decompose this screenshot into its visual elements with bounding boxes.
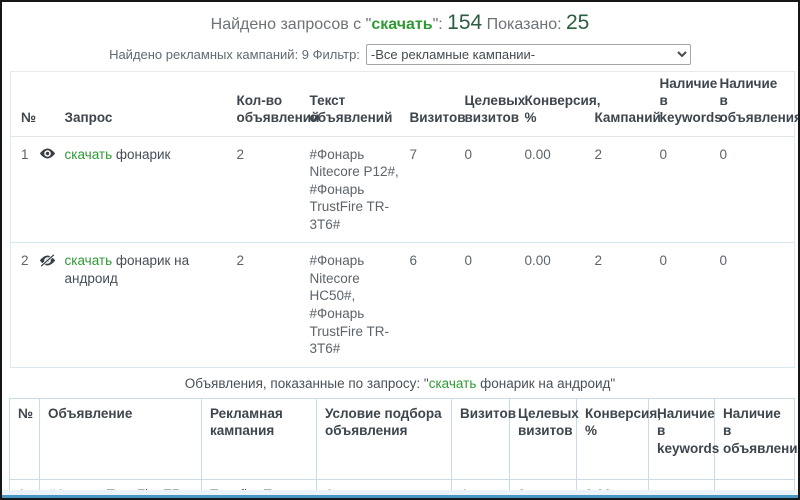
col-conversion: Конверсия, % <box>524 71 600 137</box>
summary-query-term: скачать <box>371 16 433 33</box>
page-bottom-border <box>2 495 798 498</box>
cell-visits: 4 <box>451 479 510 490</box>
queries-header-row: № Запрос Кол-во объявлений Текст объявле… <box>10 71 798 137</box>
col-campaigns: Кампаний <box>594 71 661 137</box>
summary-header: Найдено запросов с "скачать": 154 Показа… <box>2 2 798 37</box>
query-link[interactable]: скачать фонарик на андроид <box>65 253 190 286</box>
shown-label: Показано: <box>482 16 566 33</box>
cell-campaigns: 2 <box>594 242 660 368</box>
col-campaign: Рекламная кампания <box>201 397 317 481</box>
col-visits: Визитов <box>409 71 466 137</box>
cell-num: 2 <box>10 242 39 368</box>
cell-in-ads <box>714 479 795 490</box>
cell-in-ads: 0 <box>719 136 795 244</box>
campaign-filter-select[interactable]: -Все рекламные кампании- <box>365 44 691 65</box>
cell-target-visits: 0 <box>464 242 525 368</box>
cell-in-ads: 0 <box>719 242 795 368</box>
queries-table: № Запрос Кол-во объявлений Текст объявле… <box>10 71 798 368</box>
ads-table: № Объявление Рекламная кампания Условие … <box>9 397 798 490</box>
report-content: Найдено запросов с "скачать": 154 Показа… <box>2 2 798 490</box>
report-page: Найдено запросов с "скачать": 154 Показа… <box>0 0 800 500</box>
col-in-ads: Наличие в объявлениях <box>714 397 798 481</box>
col-num: № <box>10 71 39 137</box>
ad-row: 1 #Фонарь TrustFire TR-3T6# ( М-76 ) Tru… <box>9 479 795 490</box>
shown-count: 25 <box>565 11 590 34</box>
col-visibility <box>38 71 65 137</box>
campaign-filter-row: Найдено рекламных кампаний: 9 Фильтр: -В… <box>2 44 798 65</box>
cell-in-keywords: 0 <box>659 242 720 368</box>
cell-num: 1 <box>9 479 40 490</box>
cell-target-visits: 0 <box>464 136 525 244</box>
query-row: 2 скачать фонарик на андроид 2 #Фонарь N… <box>10 242 795 368</box>
cell-ad: #Фонарь TrustFire TR-3T6# ( М-76 ) <box>39 479 202 490</box>
cell-conversion: 0.00 <box>524 136 595 244</box>
cell-ads-text: #Фонарь Nitecore HC50#, #Фонарь TrustFir… <box>309 242 410 368</box>
cell-target-visits: 0 <box>509 479 577 490</box>
cell-visits: 7 <box>409 136 465 244</box>
cell-condition: Автоматически добавленные фразы <box>316 479 452 490</box>
col-ad: Объявление <box>39 397 202 481</box>
col-target-visits: Целевых визитов <box>464 71 525 137</box>
found-count: 154 <box>447 11 483 34</box>
cell-ads-count: 2 <box>236 242 310 368</box>
col-in-keywords: Наличие в keywords <box>648 397 719 481</box>
col-in-keywords: Наличие в keywords <box>659 71 722 137</box>
summary-found-prefix: Найдено запросов с " <box>210 16 372 33</box>
col-query: Запрос <box>64 71 237 137</box>
col-visits: Визитов <box>451 397 516 481</box>
cell-in-keywords: 0 <box>659 136 720 244</box>
query-cell: скачать фонарик на андроид <box>64 242 237 368</box>
eye-slash-icon[interactable] <box>38 242 65 368</box>
cell-ads-text: #Фонарь Nitecore P12#, #Фонарь TrustFire… <box>309 136 410 244</box>
query-cell: скачать фонарик <box>64 136 237 244</box>
cell-visits: 6 <box>409 242 465 368</box>
col-num: № <box>9 397 40 481</box>
cell-num: 1 <box>10 136 39 244</box>
cell-in-keywords <box>648 479 715 490</box>
col-conversion: Конверсия, % <box>576 397 661 481</box>
col-target-visits: Целевых визитов <box>509 397 579 481</box>
col-ads-count: Кол-во объявлений <box>236 71 319 137</box>
eye-icon[interactable] <box>38 136 65 244</box>
query-row: 1 скачать фонарик 2 #Фонарь Nitecore P12… <box>10 136 795 244</box>
cell-conversion: 0.00 <box>524 242 595 368</box>
cell-campaigns: 2 <box>594 136 660 244</box>
col-ads-text: Текст объявлений <box>309 71 410 137</box>
summary-found-mid: ": <box>432 16 448 33</box>
cell-conversion: 0.00 <box>576 479 649 490</box>
col-condition: Условие подбора объявления <box>316 397 452 481</box>
query-link[interactable]: скачать фонарик <box>65 147 171 162</box>
col-in-ads: Наличие в объявлениях <box>719 71 798 137</box>
ads-header-row: № Объявление Рекламная кампания Условие … <box>9 397 798 481</box>
ads-section-title: Объявления, показанные по запросу: "скач… <box>184 375 616 391</box>
cell-ads-count: 2 <box>236 136 310 244</box>
ads-title-query-term: скачать <box>428 375 477 391</box>
campaign-filter-label: Найдено рекламных кампаний: 9 Фильтр: <box>109 47 360 62</box>
cell-campaign: Trustfire Поиск ( N-11 ) <box>201 479 317 490</box>
